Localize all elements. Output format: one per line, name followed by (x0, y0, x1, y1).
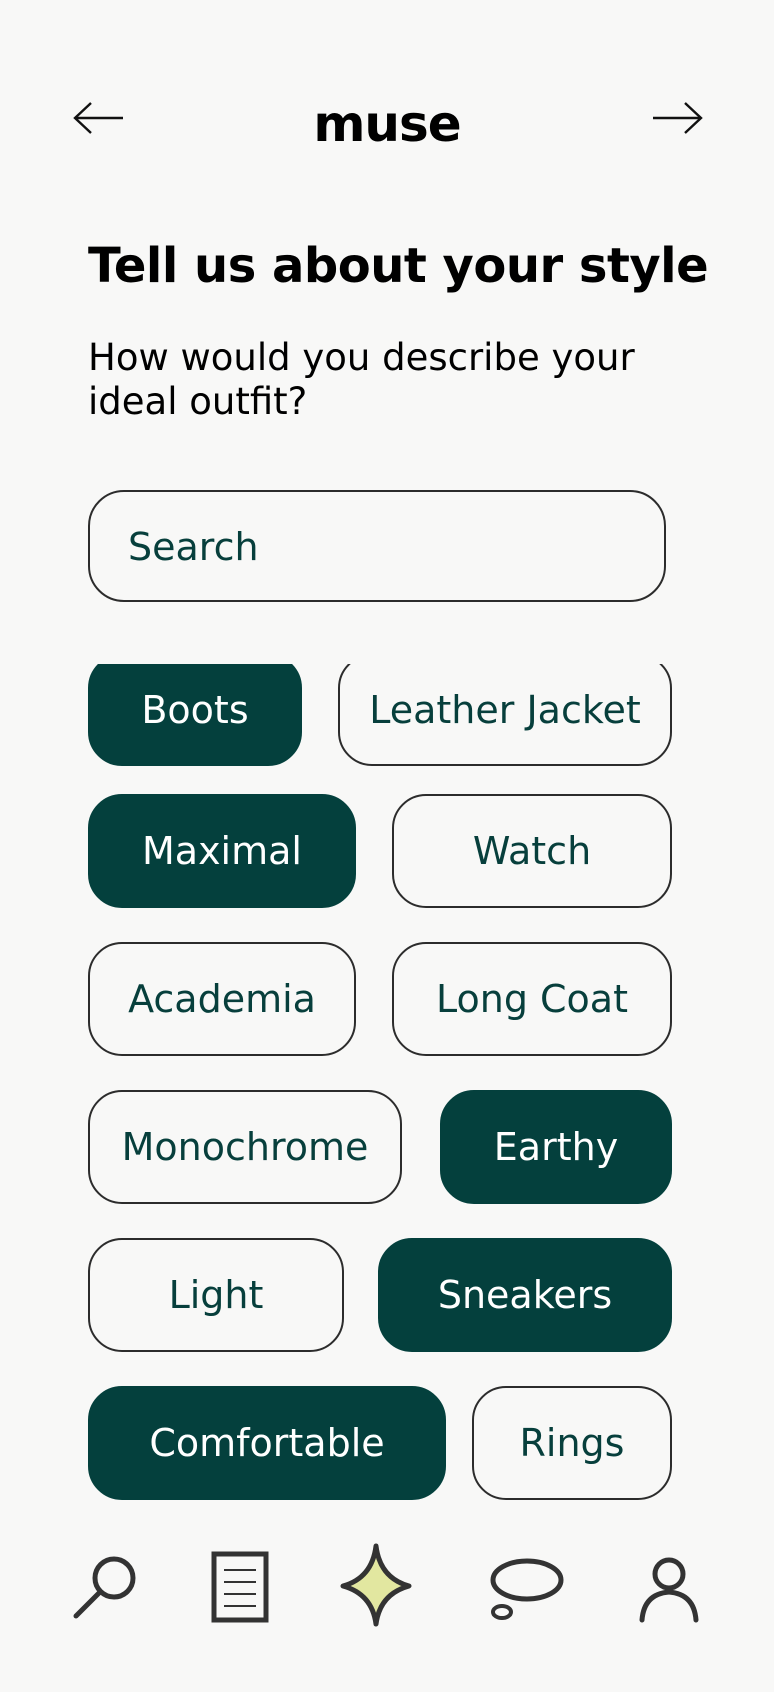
chip-rings[interactable]: Rings (472, 1386, 672, 1500)
chat-bubble-icon[interactable] (482, 1530, 572, 1630)
header: muse (0, 78, 774, 168)
chip-leather-jacket[interactable]: Leather Jacket (338, 664, 672, 766)
chip-monochrome[interactable]: Monochrome (88, 1090, 402, 1204)
chip-watch[interactable]: Watch (392, 794, 672, 908)
chip-sneakers[interactable]: Sneakers (378, 1238, 672, 1352)
chip-long-coat[interactable]: Long Coat (392, 942, 672, 1056)
chip-comfortable[interactable]: Comfortable (88, 1386, 446, 1500)
profile-icon[interactable] (624, 1530, 714, 1630)
bottom-tab-bar (0, 1530, 774, 1640)
search-input[interactable] (126, 492, 630, 602)
chip-maximal[interactable]: Maximal (88, 794, 356, 908)
page-subtitle: How would you describe your ideal outfit… (88, 336, 635, 423)
page-title: Tell us about your style (88, 238, 709, 294)
chip-boots[interactable]: Boots (88, 664, 302, 766)
chip-earthy[interactable]: Earthy (440, 1090, 672, 1204)
style-chip-list[interactable]: Boots Leather Jacket Maximal Watch Acade… (0, 664, 774, 1506)
arrow-right-icon[interactable] (650, 100, 704, 136)
document-icon[interactable] (194, 1530, 284, 1630)
chip-light[interactable]: Light (88, 1238, 344, 1352)
chip-academia[interactable]: Academia (88, 942, 356, 1056)
search-field[interactable] (88, 490, 666, 602)
search-icon[interactable] (60, 1530, 150, 1630)
sparkle-icon[interactable] (331, 1530, 421, 1630)
